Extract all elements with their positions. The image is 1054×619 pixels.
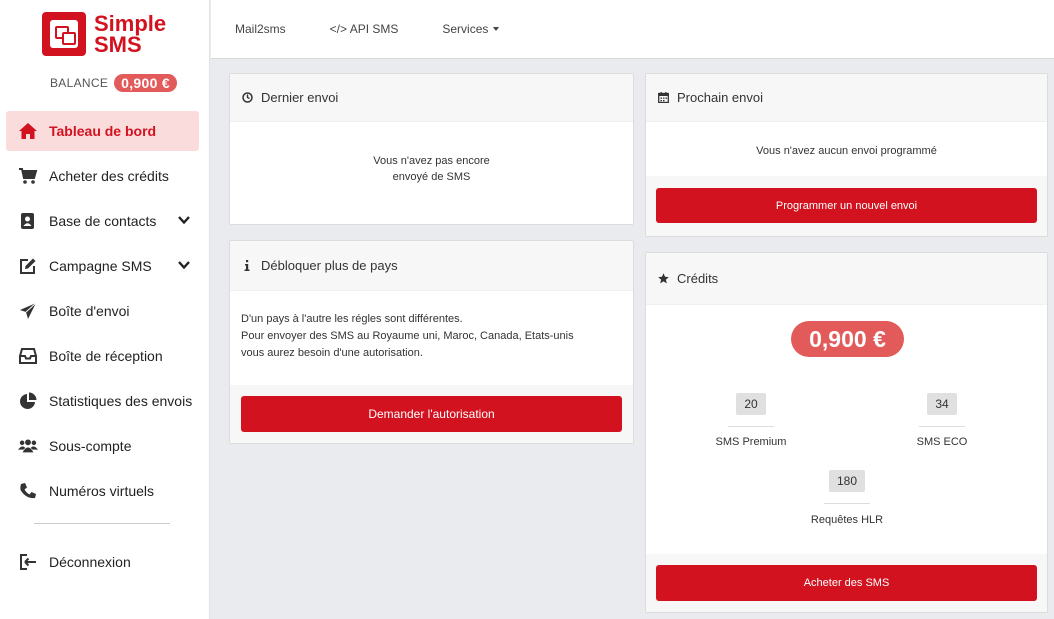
users-icon (18, 436, 38, 456)
brand-line2: SMS (94, 32, 142, 57)
description-line: Pour envoyer des SMS au Royaume uni, Mar… (241, 330, 574, 342)
balance-badge: 0,900 € (114, 74, 177, 92)
panel-header: Prochain envoi (646, 74, 1047, 122)
info-icon (241, 260, 253, 272)
counter-divider (919, 426, 965, 427)
sidebar-item-subaccount[interactable]: Sous-compte (6, 426, 199, 466)
cart-icon (18, 166, 38, 186)
sidebar-item-label: Boîte de réception (49, 348, 163, 364)
last-send-panel: Dernier envoi Vous n'avez pas encore env… (229, 73, 634, 225)
sidebar-item-inbox[interactable]: Boîte de réception (6, 336, 199, 376)
sidebar-item-label: Déconnexion (49, 554, 131, 570)
credits-amount-badge: 0,900 € (791, 321, 904, 357)
panel-footer: Demander l'autorisation (230, 385, 633, 443)
calendar-icon (657, 92, 669, 104)
hlr-label: Requêtes HLR (810, 514, 884, 526)
premium-label: SMS Premium (715, 436, 787, 448)
nav-services-label: Services (442, 22, 489, 36)
nav-services[interactable]: Services (442, 22, 500, 36)
brand-line1: Simple (94, 11, 167, 36)
panel-title: Dernier envoi (261, 90, 339, 105)
sign-out-icon (18, 552, 38, 572)
pie-chart-icon (18, 391, 38, 411)
panel-title: Débloquer plus de pays (261, 258, 398, 273)
top-nav: Mail2sms </> API SMS Services (211, 0, 1054, 59)
premium-count: 20 (736, 393, 766, 415)
nav-mail2sms[interactable]: Mail2sms (235, 22, 286, 36)
buy-sms-button[interactable]: Acheter des SMS (656, 565, 1037, 601)
sidebar-item-label: Sous-compte (49, 438, 132, 454)
star-icon (657, 273, 669, 285)
caret-down-icon (493, 27, 500, 31)
panel-title: Prochain envoi (677, 90, 763, 105)
chevron-down-icon[interactable] (177, 213, 191, 227)
message-line: envoyé de SMS (392, 171, 471, 183)
logout-section: Déconnexion (6, 542, 199, 587)
sidebar-item-label: Statistiques des envois (49, 393, 193, 409)
panel-title: Crédits (677, 271, 719, 286)
unlock-description: D'un pays à l'autre les régles sont diff… (230, 291, 633, 362)
message-line: Vous n'avez pas encore (373, 155, 490, 167)
balance-label: BALANCE (50, 76, 109, 90)
sidebar-item-label: Campagne SMS (49, 258, 152, 274)
sidebar-item-dashboard[interactable]: Tableau de bord (6, 111, 199, 151)
nav-api-sms[interactable]: </> API SMS (330, 22, 399, 36)
panel-footer: Programmer un nouvel envoi (646, 176, 1047, 236)
phone-icon (18, 481, 38, 501)
last-send-message: Vous n'avez pas encore envoyé de SMS (230, 153, 633, 185)
eco-count: 34 (927, 393, 957, 415)
sidebar-item-virtual-numbers[interactable]: Numéros virtuels (6, 471, 199, 511)
address-book-icon (18, 211, 38, 231)
description-line: vous aurez besoin d'une autorisation. (241, 347, 423, 359)
sidebar-item-stats[interactable]: Statistiques des envois (6, 381, 199, 421)
home-icon (18, 121, 38, 141)
sidebar-item-contacts[interactable]: Base de contacts (6, 201, 199, 241)
schedule-send-button[interactable]: Programmer un nouvel envoi (656, 188, 1037, 223)
panel-header: Débloquer plus de pays (230, 241, 633, 291)
clock-icon (241, 92, 253, 104)
sidebar-item-label: Numéros virtuels (49, 483, 155, 499)
sidebar-item-label: Acheter des crédits (49, 168, 169, 184)
paper-plane-icon (18, 301, 38, 321)
panel-header: Crédits (646, 253, 1047, 305)
inbox-icon (18, 346, 38, 366)
hlr-count: 180 (829, 470, 865, 492)
sidebar-item-logout[interactable]: Déconnexion (6, 542, 199, 582)
request-authorization-button[interactable]: Demander l'autorisation (241, 396, 622, 432)
counter-divider (728, 426, 774, 427)
brand-name: Simple SMS (94, 11, 167, 57)
panel-footer: Acheter des SMS (646, 554, 1047, 612)
sidebar-item-label: Base de contacts (49, 213, 157, 229)
balance: BALANCE 0,900 € (50, 74, 177, 92)
next-send-panel: Prochain envoi Vous n'avez aucun envoi p… (645, 73, 1048, 237)
logo[interactable]: Simple SMS (42, 12, 166, 56)
sidebar-divider (34, 523, 170, 524)
unlock-countries-panel: Débloquer plus de pays D'un pays à l'aut… (229, 240, 634, 444)
sidebar-item-label: Boîte d'envoi (49, 303, 130, 319)
edit-icon (18, 256, 38, 276)
next-send-message: Vous n'avez aucun envoi programmé (756, 145, 937, 157)
sidebar-item-buy-credits[interactable]: Acheter des crédits (6, 156, 199, 196)
sidebar-item-campaign[interactable]: Campagne SMS (6, 246, 199, 286)
sidebar-menu: Tableau de bord Acheter des crédits Base… (6, 111, 199, 516)
credits-panel: Crédits 0,900 € 20 SMS Premium 34 SMS EC… (645, 252, 1048, 613)
logo-icon (42, 12, 86, 56)
description-line: D'un pays à l'autre les régles sont diff… (241, 313, 463, 325)
sidebar-item-label: Tableau de bord (49, 123, 157, 139)
chevron-down-icon[interactable] (177, 258, 191, 272)
eco-label: SMS ECO (916, 436, 968, 448)
sidebar-item-outbox[interactable]: Boîte d'envoi (6, 291, 199, 331)
counter-divider (824, 503, 870, 504)
panel-header: Dernier envoi (230, 74, 633, 122)
sidebar: Simple SMS BALANCE 0,900 € Tableau de bo… (0, 0, 210, 619)
